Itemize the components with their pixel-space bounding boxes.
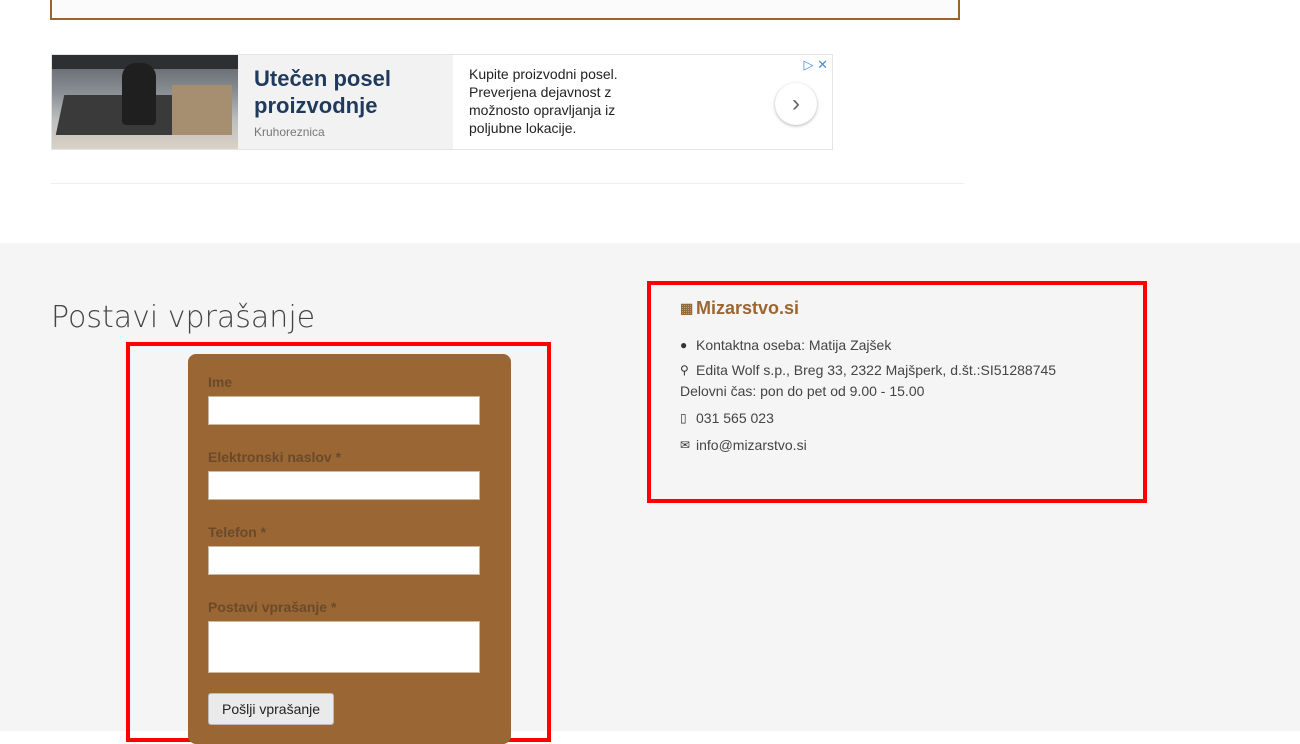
working-hours: Delovni čas: pon do pet od 9.00 - 15.00 [680, 383, 925, 399]
question-form: Ime Elektronski naslov * Telefon * Posta… [188, 354, 511, 744]
user-icon: ● [680, 338, 688, 352]
advertisement[interactable]: Utečen posel proizvodnje Kruhoreznica Ku… [51, 54, 833, 150]
footer-section: Postavi vprašanje Ime Elektronski naslov… [0, 243, 1300, 744]
email-label: Elektronski naslov * [208, 449, 342, 465]
company-label[interactable]: Mizarstvo.si [696, 298, 799, 319]
ad-next-arrow-icon[interactable]: › [775, 83, 817, 125]
contact-phone[interactable]: 031 565 023 [696, 408, 774, 429]
envelope-icon: ✉ [680, 438, 691, 452]
ad-description[interactable]: Kupite proizvodni posel. Preverjena deja… [453, 55, 669, 149]
divider [51, 183, 964, 184]
form-heading: Postavi vprašanje [51, 300, 316, 335]
ad-title-panel[interactable]: Utečen posel proizvodnje Kruhoreznica [238, 55, 453, 149]
map-marker-icon: ⚲ [680, 363, 689, 377]
email-input[interactable] [208, 471, 480, 500]
phone-label: Telefon * [208, 524, 267, 540]
adchoices-icon[interactable]: ▷ ✕ [803, 57, 828, 73]
name-label: Ime [208, 374, 233, 390]
contact-email[interactable]: info@mizarstvo.si [696, 435, 807, 456]
question-textarea[interactable] [208, 621, 480, 673]
ad-advertiser: Kruhoreznica [254, 125, 325, 139]
phone-icon: ▯ [680, 411, 687, 425]
content-box-bottom [50, 0, 960, 20]
submit-button[interactable]: Pošlji vprašanje [208, 693, 335, 725]
ad-title[interactable]: Utečen posel proizvodnje [254, 65, 453, 119]
contact-info: ▦ Mizarstvo.si ● Kontaktna oseba: Matija… [680, 298, 1056, 460]
name-input[interactable] [208, 396, 480, 425]
contact-address: Edita Wolf s.p., Breg 33, 2322 Majšperk,… [696, 362, 1057, 378]
building-icon: ▦ [680, 300, 694, 316]
phone-input[interactable] [208, 546, 480, 575]
contact-person: Kontaktna oseba: Matija Zajšek [696, 337, 892, 353]
ad-image[interactable] [52, 55, 238, 149]
company-name[interactable]: ▦ Mizarstvo.si [680, 298, 1056, 319]
question-label: Postavi vprašanje * [208, 599, 337, 615]
